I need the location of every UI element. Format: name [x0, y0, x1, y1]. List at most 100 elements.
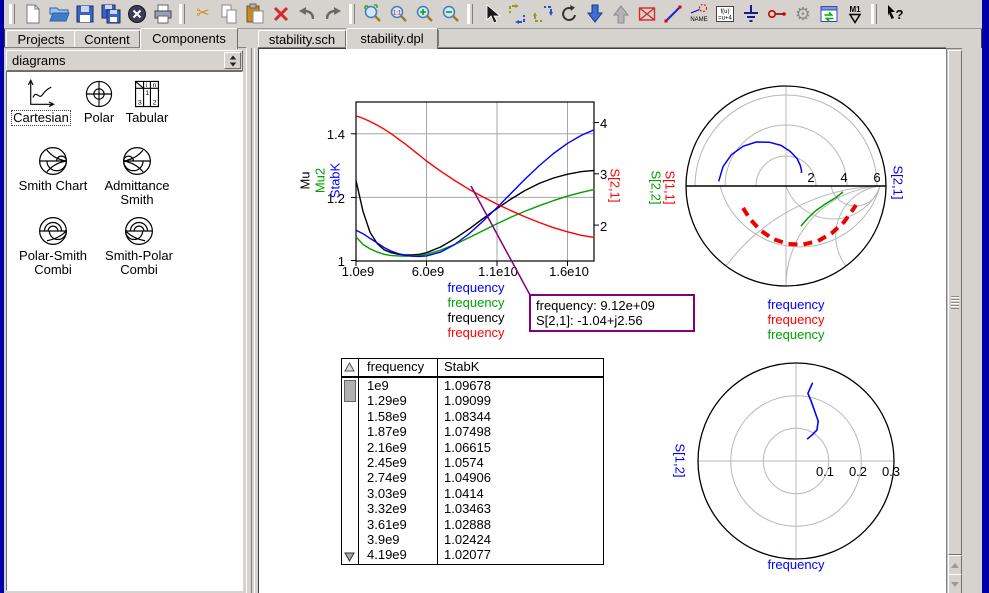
save-all-icon — [100, 3, 122, 25]
deactivate-icon — [636, 3, 658, 25]
table-cell: 2.45e9 — [367, 455, 437, 470]
component-category-combobox[interactable]: diagrams — [6, 50, 243, 71]
table-cell: 1.87e9 — [367, 424, 437, 439]
scrollbar-thumb[interactable] — [948, 50, 962, 555]
paste-button[interactable] — [243, 2, 267, 26]
new-button[interactable] — [21, 2, 45, 26]
table-cell: 1.02424 — [444, 532, 603, 547]
frequency-column: 1e9 1.29e9 1.58e9 1.87e9 2.16e9 2.45e9 2… — [359, 378, 438, 564]
table-header: frequency StabK — [342, 359, 603, 378]
copy-button[interactable] — [217, 2, 241, 26]
toolbar-handle[interactable] — [9, 4, 15, 24]
simulate-button[interactable]: ⚙ — [791, 2, 815, 26]
sidebar-item-label: Tabular — [124, 110, 171, 126]
x-axis-tick: 1.6e10 — [547, 264, 591, 279]
polar-smith-combi-diagram[interactable] — [676, 76, 896, 296]
delete-icon — [270, 3, 292, 25]
tab-stability-sch[interactable]: stability.sch — [258, 30, 346, 47]
polar-diagram[interactable] — [696, 361, 896, 561]
delete-button[interactable] — [269, 2, 293, 26]
sidebar-item-admittance-smith[interactable]: Admittance Smith — [97, 144, 177, 208]
redo-button[interactable] — [321, 2, 345, 26]
table-scroll-thumb[interactable] — [344, 380, 356, 402]
sidebar-item-tabular[interactable]: in132 Tabular — [121, 78, 173, 126]
sidebar-item-polar-smith-combi[interactable]: Polar-Smith Combi — [13, 214, 93, 278]
scroll-up-icon[interactable] — [344, 362, 355, 372]
undo-button[interactable] — [295, 2, 319, 26]
zoom-1-1-icon: 1:1 — [388, 3, 410, 25]
equation-button[interactable]: f(u)=u+4 — [713, 2, 737, 26]
mirror-y-button[interactable] — [531, 2, 555, 26]
polar-axis-label-s12: S[1,2] — [673, 421, 688, 501]
svg-text:1: 1 — [145, 90, 149, 97]
smith-polar-combi-icon — [122, 214, 156, 248]
sidebar-item-polar[interactable]: Polar — [77, 78, 121, 126]
data-display-canvas[interactable]: 1.4 1.2 1 4 3 2 1.0e9 6.0e9 1.1e10 1.6e1… — [258, 48, 947, 593]
combi-tick: 6 — [867, 170, 887, 185]
tab-content[interactable]: Content — [74, 30, 140, 47]
table-cell: 1.58e9 — [367, 409, 437, 424]
x-caption-frequency: frequency — [406, 310, 546, 325]
tab-stability-dpl[interactable]: stability.dpl — [346, 28, 438, 49]
polar-caption-frequency: frequency — [746, 557, 846, 572]
zoom-out-button[interactable] — [439, 2, 463, 26]
undo-icon — [296, 3, 318, 25]
print-button[interactable] — [151, 2, 175, 26]
table-cell: 1.02077 — [444, 547, 603, 562]
select-button[interactable] — [479, 2, 503, 26]
rotate-button[interactable] — [557, 2, 581, 26]
open-button[interactable] — [47, 2, 71, 26]
toolbar-handle[interactable] — [467, 4, 473, 24]
wire-icon — [662, 3, 684, 25]
table-cell: 3.61e9 — [367, 517, 437, 532]
sidebar-item-smith-chart[interactable]: Smith Chart — [13, 144, 93, 194]
wire-label-button[interactable]: NAME — [687, 2, 711, 26]
pop-out-button[interactable] — [609, 2, 633, 26]
zoom-fit-button[interactable] — [361, 2, 385, 26]
mirror-x-button[interactable] — [505, 2, 529, 26]
spin-up-icon — [229, 55, 235, 59]
tab-components[interactable]: Components — [140, 28, 238, 49]
push-into-button[interactable] — [583, 2, 607, 26]
table-cell: 1.09678 — [444, 378, 603, 393]
scrollbar-down-button[interactable] — [948, 574, 962, 593]
cut-button[interactable]: ✂ — [191, 2, 215, 26]
zoom-in-button[interactable] — [413, 2, 437, 26]
toolbar-handle[interactable] — [349, 4, 355, 24]
table-cell: 1.09099 — [444, 393, 603, 408]
zoom-1-1-button[interactable]: 1:1 — [387, 2, 411, 26]
tabular-diagram[interactable]: frequency StabK 1e9 1.29e9 1.58e9 1.87e9… — [341, 358, 604, 565]
combi-axis-label-s22: S[2,2] — [649, 148, 664, 228]
close-button[interactable] — [125, 2, 149, 26]
table-cell: 4.19e9 — [367, 547, 437, 562]
whats-this-button[interactable]: ? — [883, 2, 907, 26]
deactivate-button[interactable] — [635, 2, 659, 26]
save-all-button[interactable] — [99, 2, 123, 26]
combobox-spin-button[interactable] — [224, 52, 241, 69]
marker-value: S[2,1]: -1.04+j2.56 — [536, 313, 688, 328]
toolbar-handle[interactable] — [871, 4, 877, 24]
ground-button[interactable] — [739, 2, 763, 26]
marker-box[interactable]: frequency: 9.12e+09 S[2,1]: -1.04+j2.56 — [529, 294, 695, 332]
wire-button[interactable] — [661, 2, 685, 26]
rotate-icon — [558, 3, 580, 25]
view-data-button[interactable] — [817, 2, 841, 26]
sidebar-item-label: Admittance Smith — [97, 178, 177, 208]
tab-projects[interactable]: Projects — [6, 30, 76, 47]
right-axis-tick: 2 — [600, 219, 607, 234]
sidebar-item-cartesian[interactable]: Cartesian — [11, 78, 71, 126]
port-button[interactable] — [765, 2, 789, 26]
scroll-down-icon[interactable] — [344, 552, 355, 562]
scrollbar-up-button[interactable] — [948, 555, 962, 575]
scrollbar-grip — [951, 295, 959, 309]
sidebar-item-label: Cartesian — [11, 110, 71, 126]
marker-button[interactable]: M1 — [843, 2, 867, 26]
sidebar-item-smith-polar-combi[interactable]: Smith-Polar Combi — [97, 214, 181, 278]
svg-text:2: 2 — [153, 99, 157, 106]
diagram-list: Cartesian Polar in132 Tabular Smith Char… — [6, 71, 243, 591]
save-button[interactable] — [73, 2, 97, 26]
gear-icon: ⚙ — [795, 5, 811, 23]
polar-tick: 0.3 — [879, 464, 903, 479]
whats-this-icon: ? — [884, 3, 906, 25]
toolbar-handle[interactable] — [179, 4, 185, 24]
